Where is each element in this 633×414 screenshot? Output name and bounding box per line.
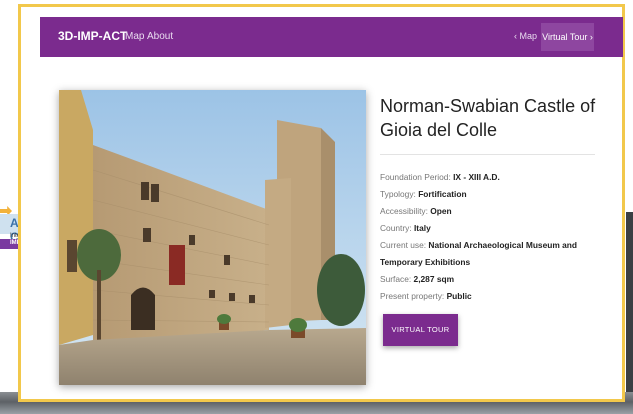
detail-label: Foundation Period: [380,172,454,182]
detail-label: Accessibility: [380,206,431,216]
detail-foundation-period: Foundation Period: IX - XIII A.D. [380,169,610,186]
detail-value: Italy [413,223,431,233]
prev-map-link[interactable]: ‹ Map [514,31,537,41]
detail-value: Fortification [418,189,467,199]
detail-value: IX - XIII A.D. [453,172,500,182]
virtual-tour-button[interactable]: VIRTUAL TOUR [383,314,458,346]
detail-label: Present property: [380,291,447,301]
detail-value: 2,287 sqm [413,274,455,284]
detail-label: Country: [380,223,414,233]
nav-map-link[interactable]: Map [125,31,144,42]
detail-accessibility: Accessibility: Open [380,203,610,220]
detail-country: Country: Italy [380,220,610,237]
site-details: Foundation Period: IX - XIII A.D. Typolo… [380,169,610,305]
detail-surface: Surface: 2,287 sqm [380,271,610,288]
detail-value: Open [430,206,452,216]
site-title: Norman-Swabian Castle of Gioia del Colle [380,96,596,140]
detail-label: Typology: [380,189,419,199]
castle-photo [59,90,366,385]
next-virtual-tour-link[interactable]: Virtual Tour › [541,23,594,51]
detail-current-use: Current use: National Archaeological Mus… [380,237,610,271]
detail-label: Current use: [380,240,429,250]
castle-illustration [59,90,366,385]
title-divider [380,154,595,155]
detail-value: Public [446,291,472,301]
brand-link[interactable]: 3D-IMP-ACT [58,29,127,43]
nav-about-link[interactable]: About [147,31,173,42]
navbar: 3D-IMP-ACT Map About ‹ Map Virtual Tour … [40,17,623,57]
detail-present-property: Present property: Public [380,288,610,305]
background-right-edge [626,212,633,392]
detail-label: Surface: [380,274,414,284]
detail-typology: Typology: Fortification [380,186,610,203]
